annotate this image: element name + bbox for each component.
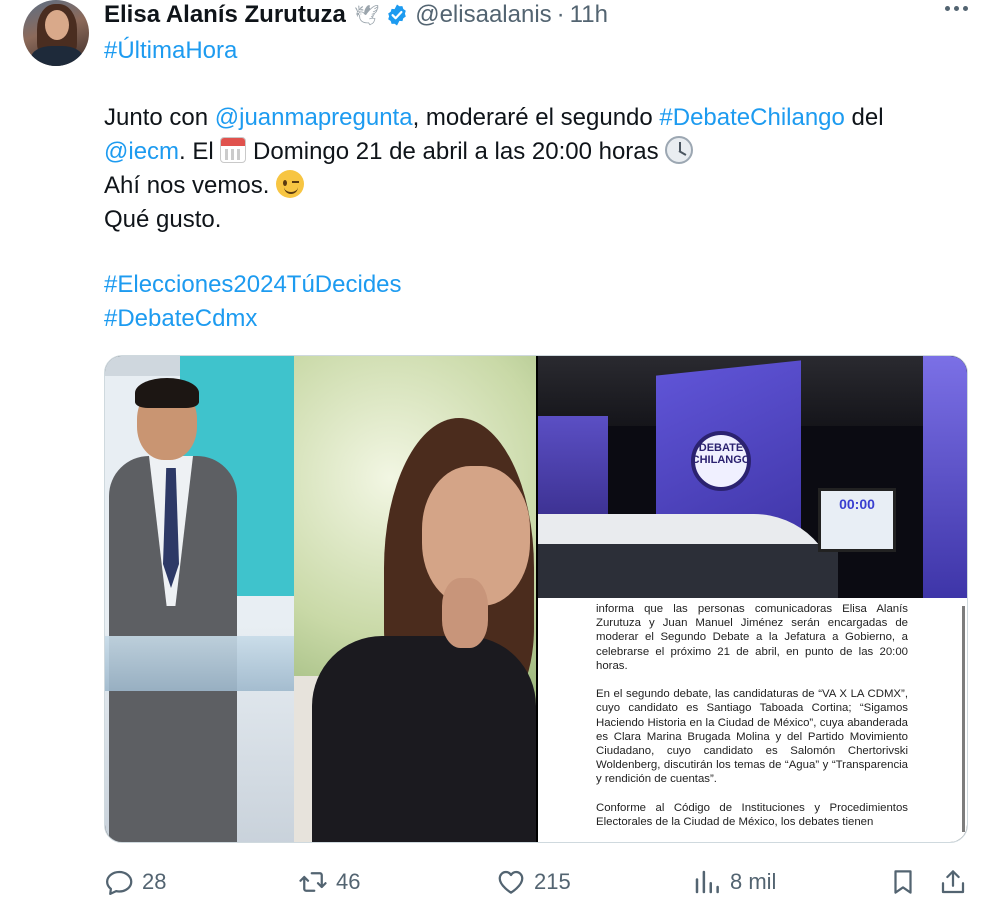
mention-juanmapregunta[interactable]: @juanmapregunta [215,104,413,131]
hashtag-elecciones2024[interactable]: #Elecciones2024TúDecides [104,271,402,298]
views-button[interactable]: 8 mil [692,862,776,902]
document-paragraph: En el segundo debate, las candidaturas d… [596,688,908,786]
text-segment: Domingo 21 de abril a las 20:00 horas [246,138,666,165]
clock-emoji-icon [665,136,694,164]
reply-count: 28 [142,869,167,894]
photo-female-presenter[interactable] [294,356,536,842]
author-name[interactable]: Elisa Alanís Zurutuza [104,1,346,29]
analytics-icon [695,870,719,894]
tweet-line-2: Junto con @juanmapregunta, moderaré el s… [104,101,884,135]
tweet-actions: 28 46 215 8 mil [104,862,968,902]
tweet-line-4: Ahí nos vemos. [104,169,305,203]
tweet-time[interactable]: 11h [570,1,608,29]
document-paragraph: informa que las personas comunicadoras E… [596,603,908,672]
reply-icon [106,870,133,895]
tweet-line-1: #ÚltimaHora [104,34,237,68]
text-segment: Ahí nos vemos. [104,172,277,199]
repost-icon [299,872,327,892]
bookmark-button[interactable] [888,862,918,902]
dove-icon: 🕊 [353,4,380,27]
author-avatar[interactable] [23,0,89,66]
heart-icon [498,870,524,894]
text-segment: del [844,104,884,131]
studio-monitor-text: 00:00 [839,496,875,512]
tweet-header: Elisa Alanís Zurutuza 🕊 @elisaalanis · 1… [104,0,608,30]
verified-badge-icon[interactable] [385,3,409,27]
like-button[interactable]: 215 [496,862,571,902]
share-icon [941,870,965,894]
photo-male-presenter[interactable] [105,356,294,842]
wink-emoji-icon [276,170,305,198]
photo-debate-studio[interactable]: DEBATE CHILANGO 00:00 [538,356,967,598]
mention-iecm[interactable]: @iecm [104,138,179,165]
photo-document-text[interactable]: informa que las personas comunicadoras E… [538,598,967,842]
avatar-face [45,10,69,40]
hashtag-debatechilango[interactable]: #DebateChilango [659,104,844,131]
media-grid: DEBATE CHILANGO 00:00 informa que las pe… [104,355,968,843]
text-segment: , moderaré el segundo [412,104,660,131]
separator-dot: · [556,1,565,28]
bookmark-icon [894,870,912,894]
repost-button[interactable]: 46 [298,862,360,902]
views-count: 8 mil [730,869,777,894]
share-button[interactable] [938,862,968,902]
text-segment: Junto con [104,104,215,131]
text-segment: . El [179,138,221,165]
more-options-icon[interactable] [945,6,968,11]
document-body: informa que las personas comunicadoras E… [596,602,908,829]
tweet-line-6: #Elecciones2024TúDecides [104,268,402,302]
reply-button[interactable]: 28 [104,862,166,902]
repost-count: 46 [336,869,361,894]
document-scrollbar [962,606,965,832]
calendar-emoji-icon [220,137,247,163]
tweet-line-7: #DebateCdmx [104,302,257,336]
document-paragraph: Conforme al Código de Instituciones y Pr… [596,801,908,829]
hashtag-debatecdmx[interactable]: #DebateCdmx [104,305,257,332]
like-count: 215 [534,869,571,894]
avatar-shoulders [31,46,83,66]
debate-logo-text: DEBATE CHILANGO [691,442,751,466]
tweet-line-5: Qué gusto. [104,203,221,237]
tweet-line-3: @iecm. El Domingo 21 de abril a las 20:0… [104,135,694,169]
text-segment: Qué gusto. [104,206,222,233]
hashtag-ultimahora[interactable]: #ÚltimaHora [104,37,237,64]
author-handle[interactable]: @elisaalanis [415,1,551,29]
